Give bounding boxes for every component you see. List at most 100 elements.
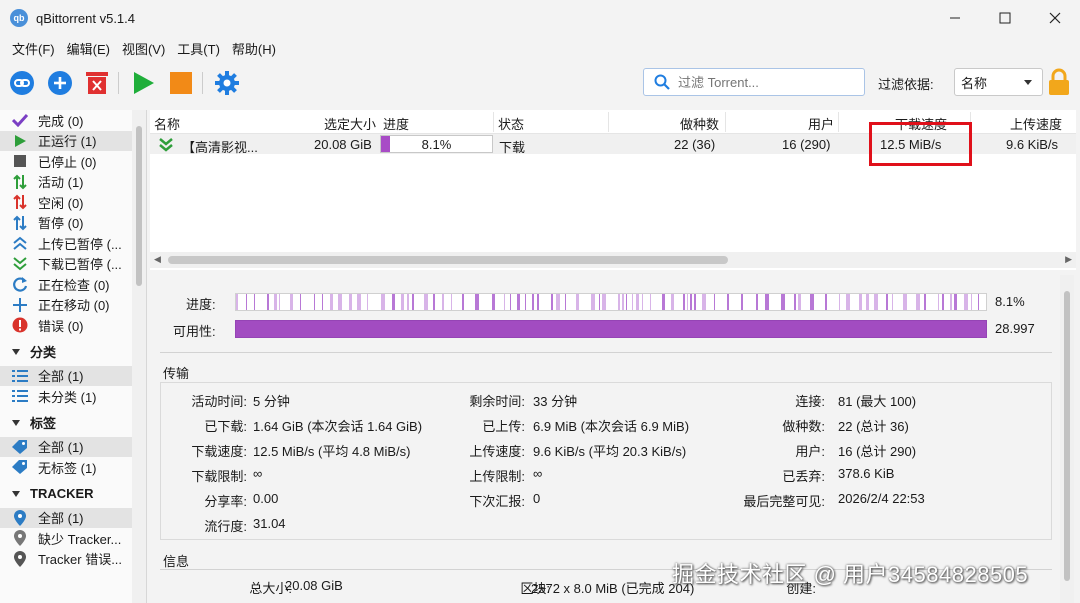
piece-segment bbox=[810, 294, 814, 310]
sidebar-status-item[interactable]: 完成 (0) bbox=[0, 110, 146, 131]
upload-speed-label: 上传速度: bbox=[469, 444, 525, 459]
torrent-peers: 16 (290) bbox=[782, 137, 831, 152]
scrollbar-thumb[interactable] bbox=[168, 256, 728, 264]
tag-untagged[interactable]: 无标签 (1) bbox=[0, 457, 146, 478]
piece-segment bbox=[442, 294, 444, 310]
scroll-left-arrow-icon[interactable]: ◀ bbox=[154, 254, 161, 265]
lock-button[interactable] bbox=[1046, 67, 1072, 97]
popularity-label: 流行度: bbox=[204, 519, 247, 534]
sidebar: 完成 (0) 正运行 (1) 已停止 (0) 活动 (1) 空闲 (0) 暂停 (0) 上传… bbox=[0, 110, 147, 603]
piece-segment bbox=[650, 294, 651, 310]
piece-segment bbox=[591, 294, 595, 310]
sidebar-scrollbar[interactable] bbox=[132, 110, 146, 603]
piece-segment bbox=[475, 294, 479, 310]
category-uncategorized[interactable]: 未分类 (1) bbox=[0, 386, 146, 407]
piece-segment bbox=[338, 294, 342, 310]
minimize-button[interactable] bbox=[930, 0, 980, 36]
column-separator bbox=[608, 112, 609, 132]
piece-segment bbox=[367, 294, 368, 310]
active-time-value: 5 分钟 bbox=[253, 394, 290, 409]
column-header-up-speed[interactable]: 上传速度 bbox=[1010, 114, 1062, 133]
seeds-value: 22 (总计 36) bbox=[838, 419, 909, 434]
add-torrent-link-button[interactable] bbox=[9, 70, 35, 96]
piece-segment bbox=[300, 294, 301, 310]
filter-by-label: 过滤依据: bbox=[878, 77, 934, 92]
tracker-missing[interactable]: 缺少 Tracker... bbox=[0, 528, 146, 549]
tags-header[interactable]: 标签 bbox=[0, 413, 146, 433]
progress-value: 8.1% bbox=[995, 294, 1025, 309]
sidebar-status-item[interactable]: 活动 (1) bbox=[0, 172, 146, 193]
uploaded-label: 已上传: bbox=[482, 419, 525, 434]
piece-segment bbox=[492, 294, 495, 310]
search-input[interactable] bbox=[678, 74, 858, 90]
piece-segment bbox=[349, 294, 352, 310]
sidebar-status-item[interactable]: 暂停 (0) bbox=[0, 213, 146, 234]
menu-file[interactable]: 文件(F) bbox=[6, 39, 61, 58]
torrent-name: 【高清影视... bbox=[182, 140, 258, 155]
check-icon bbox=[12, 112, 28, 128]
play-icon bbox=[12, 133, 28, 149]
piece-segment bbox=[702, 294, 706, 310]
piece-segment bbox=[510, 294, 511, 310]
options-button[interactable] bbox=[214, 70, 240, 96]
scrollbar-thumb[interactable] bbox=[1064, 291, 1070, 581]
menu-view[interactable]: 视图(V) bbox=[116, 39, 171, 58]
filter-by-select[interactable]: 名称 bbox=[954, 68, 1043, 96]
piece-segment bbox=[401, 294, 404, 310]
sidebar-status-item[interactable]: 下载已暂停 (... bbox=[0, 254, 146, 275]
tag-icon bbox=[12, 439, 28, 455]
sidebar-status-item[interactable]: 空闲 (0) bbox=[0, 192, 146, 213]
menu-help[interactable]: 帮助(H) bbox=[226, 39, 282, 58]
piece-segment bbox=[683, 294, 685, 310]
maximize-button[interactable] bbox=[980, 0, 1030, 36]
tracker-error[interactable]: Tracker 错误... bbox=[0, 549, 146, 570]
sidebar-status-item[interactable]: 错误 (0) bbox=[0, 315, 146, 336]
popularity-value: 31.04 bbox=[253, 516, 286, 531]
start-button[interactable] bbox=[130, 70, 156, 96]
downloaded-label: 已下载: bbox=[204, 419, 247, 434]
piece-segment bbox=[279, 294, 280, 310]
piece-segment bbox=[687, 294, 688, 310]
piece-segment bbox=[756, 294, 758, 310]
seeds-label: 做种数: bbox=[782, 419, 825, 434]
scrollbar-thumb[interactable] bbox=[136, 126, 142, 286]
peers-value: 16 (总计 290) bbox=[838, 444, 917, 459]
stop-button[interactable] bbox=[168, 70, 194, 96]
category-all[interactable]: 全部 (1) bbox=[0, 365, 146, 386]
piece-segment bbox=[602, 294, 606, 310]
remove-torrent-button[interactable] bbox=[84, 70, 110, 96]
menu-edit[interactable]: 编辑(E) bbox=[61, 39, 116, 58]
sidebar-status-item[interactable]: 正在检查 (0) bbox=[0, 274, 146, 295]
collapse-triangle-icon bbox=[12, 348, 20, 355]
close-window-button[interactable] bbox=[1030, 0, 1080, 36]
tag-all[interactable]: 全部 (1) bbox=[0, 436, 146, 457]
list-icon bbox=[12, 388, 28, 404]
column-header-name[interactable]: 名称 bbox=[154, 114, 180, 133]
scroll-right-arrow-icon[interactable]: ▶ bbox=[1065, 254, 1072, 265]
time-remaining-value: 33 分钟 bbox=[533, 394, 578, 409]
properties-scrollbar[interactable] bbox=[1060, 275, 1074, 603]
sidebar-status-item[interactable]: 上传已暂停 (... bbox=[0, 233, 146, 254]
status-filter-list: 完成 (0) 正运行 (1) 已停止 (0) 活动 (1) 空闲 (0) 暂停 (0) 上传… bbox=[0, 110, 146, 336]
add-torrent-file-button[interactable] bbox=[47, 70, 73, 96]
list-horizontal-scrollbar[interactable]: ◀ ▶ bbox=[150, 252, 1076, 268]
sidebar-status-item[interactable]: 已停止 (0) bbox=[0, 151, 146, 172]
time-remaining-label: 剩余时间: bbox=[469, 394, 525, 409]
search-box[interactable] bbox=[643, 68, 865, 96]
column-header-size[interactable]: 选定大小 bbox=[324, 114, 376, 133]
sidebar-status-item[interactable]: 正运行 (1) bbox=[0, 130, 146, 151]
qbittorrent-logo-icon: qb bbox=[10, 9, 28, 27]
column-header-status[interactable]: 状态 bbox=[498, 114, 524, 133]
column-header-peers[interactable]: 用户 bbox=[808, 114, 834, 133]
trackers-header[interactable]: TRACKER bbox=[0, 484, 146, 504]
upload-limit-label: 上传限制: bbox=[469, 469, 525, 484]
categories-header[interactable]: 分类 bbox=[0, 342, 146, 362]
download-speed-value: 12.5 MiB/s (平均 4.8 MiB/s) bbox=[253, 444, 411, 459]
column-header-progress[interactable]: 进度 bbox=[383, 114, 409, 133]
tracker-all[interactable]: 全部 (1) bbox=[0, 507, 146, 528]
piece-segment bbox=[618, 294, 620, 310]
sidebar-status-item[interactable]: 正在移动 (0) bbox=[0, 295, 146, 316]
column-header-seeds[interactable]: 做种数 bbox=[680, 114, 719, 133]
torrent-size: 20.08 GiB bbox=[314, 137, 372, 152]
menu-tools[interactable]: 工具(T) bbox=[171, 39, 226, 58]
